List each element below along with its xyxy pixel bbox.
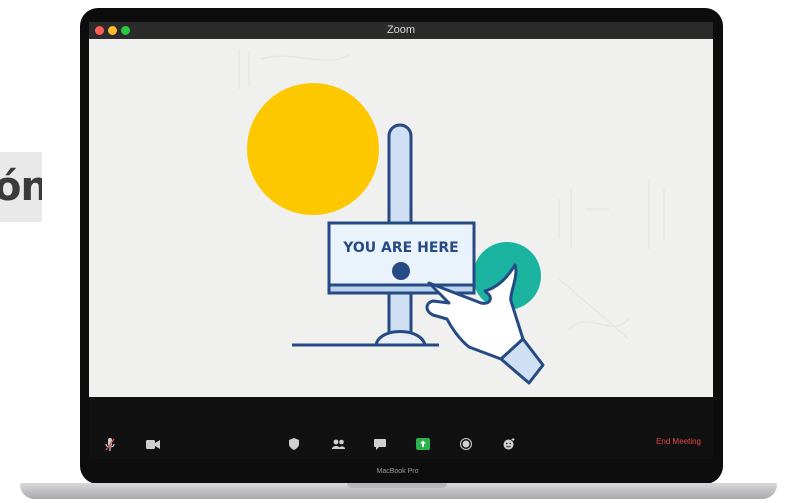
partial-heading-text: ón [0,164,42,210]
zoom-window: Zoom YOU ARE HERE End Meeting [89,22,713,459]
title-bar: Zoom [89,22,713,39]
location-dot [392,262,410,280]
yellow-circle-shape [247,83,379,215]
shared-screen-content: YOU ARE HERE [89,39,713,397]
mute-button[interactable] [101,437,119,451]
reaction-smiley-icon [503,438,515,450]
sign-board [327,221,476,295]
participants-button[interactable] [329,437,347,451]
participants-icon [331,439,345,449]
record-icon [460,438,472,450]
video-camera-icon [146,439,160,449]
shield-icon [289,438,299,450]
video-button[interactable] [144,437,162,451]
share-screen-icon [416,438,430,450]
microphone-muted-icon [105,437,115,451]
end-meeting-button[interactable]: End Meeting [656,437,701,446]
you-are-here-illustration: YOU ARE HERE [238,49,665,385]
chat-bubble-icon [374,438,386,450]
partial-heading: ón [0,152,42,222]
security-button[interactable] [285,437,303,451]
sign-text: YOU ARE HERE [342,240,458,256]
device-label: MacBook Pro [376,468,419,475]
reactions-button[interactable] [500,437,518,451]
share-screen-button[interactable] [414,437,432,451]
chat-button[interactable] [371,437,389,451]
sign-base [374,330,427,347]
window-title: Zoom [386,24,416,36]
meeting-controls-bar: End Meeting [89,397,713,459]
record-button[interactable] [457,437,475,451]
laptop-base-notch [347,483,447,488]
